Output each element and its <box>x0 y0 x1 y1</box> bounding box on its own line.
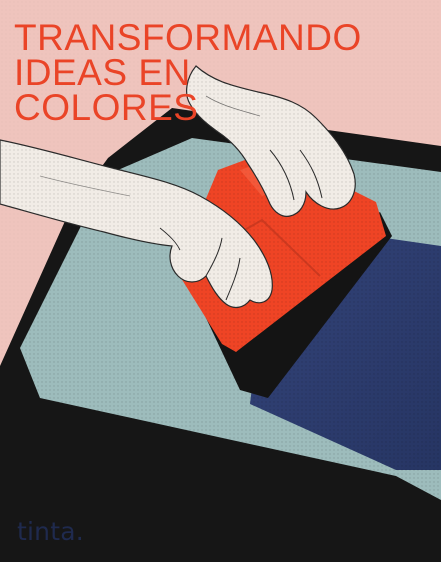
poster: TRANSFORMANDO IDEAS EN COLORES tinta. <box>0 0 441 562</box>
brand-logo: tinta. <box>17 517 84 546</box>
headline: TRANSFORMANDO IDEAS EN COLORES <box>14 17 362 128</box>
headline-line-3: COLORES <box>14 87 199 128</box>
headline-line-1: TRANSFORMANDO <box>14 17 362 58</box>
headline-line-2: IDEAS EN <box>14 52 191 93</box>
